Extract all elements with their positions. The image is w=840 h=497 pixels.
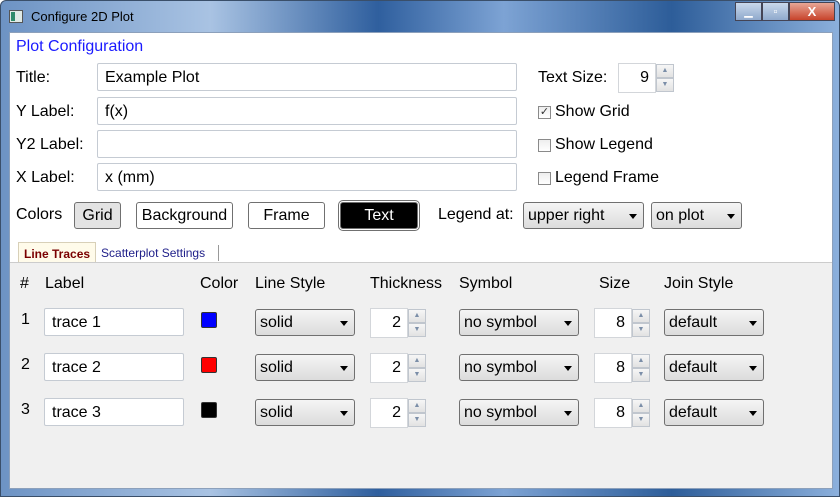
col-header-thickness: Thickness (370, 275, 443, 292)
legend-position-select[interactable]: upper right (523, 202, 644, 229)
row-number: 2 (21, 356, 30, 373)
col-header-line-style: Line Style (255, 275, 326, 292)
symbol-select[interactable]: no symbol (459, 309, 579, 336)
tab-bar: Line Traces Scatterplot Settings (18, 242, 227, 264)
frame-color-button[interactable]: Frame (248, 202, 325, 229)
thickness-input[interactable]: 2 (370, 398, 408, 428)
legend-frame-checkbox[interactable]: Legend Frame (538, 169, 659, 187)
show-legend-checkbox[interactable]: Show Legend (538, 136, 653, 154)
ylabel-input[interactable]: f(x) (97, 97, 517, 125)
col-header-label: Label (45, 275, 85, 292)
col-header-num: # (20, 275, 29, 292)
spin-down-icon[interactable]: ▼ (408, 323, 426, 337)
y2label-label: Y2 Label: (16, 136, 84, 153)
spin-up-icon[interactable]: ▲ (656, 64, 674, 78)
tab-line-traces[interactable]: Line Traces (18, 242, 97, 264)
colors-label: Colors (16, 206, 63, 223)
col-header-symbol: Symbol (459, 275, 513, 292)
spin-down-icon[interactable]: ▼ (632, 323, 650, 337)
trace-color-swatch[interactable] (201, 402, 217, 418)
app-icon (9, 10, 23, 23)
maximize-button[interactable]: ▫ (762, 2, 789, 21)
spin-up-icon[interactable]: ▲ (632, 354, 650, 368)
checkbox-box (538, 171, 551, 185)
spin-down-icon[interactable]: ▼ (632, 413, 650, 427)
row-number: 3 (21, 401, 30, 418)
line-traces-panel: # Label Color Line Style Thickness Symbo… (10, 262, 832, 488)
title-label: Title: (16, 69, 51, 86)
y2label-input[interactable] (97, 130, 517, 158)
spin-up-icon[interactable]: ▲ (408, 354, 426, 368)
symbol-size-input[interactable]: 8 (594, 308, 632, 338)
text-size-spinner[interactable]: ▲ ▼ (656, 64, 674, 92)
grid-color-button[interactable]: Grid (74, 202, 121, 229)
legend-placement-select[interactable]: on plot (651, 202, 742, 229)
checkmark-icon: ✓ (538, 105, 551, 119)
thickness-spinner[interactable]: ▲ ▼ (408, 309, 426, 337)
size-spinner[interactable]: ▲ ▼ (632, 309, 650, 337)
legend-at-label: Legend at: (438, 206, 514, 223)
thickness-spinner[interactable]: ▲ ▼ (408, 399, 426, 427)
line-style-select[interactable]: solid (255, 354, 355, 381)
spin-up-icon[interactable]: ▲ (632, 309, 650, 323)
trace-color-swatch[interactable] (201, 312, 217, 328)
trace-label-input[interactable]: trace 3 (44, 398, 184, 426)
show-grid-checkbox[interactable]: ✓ Show Grid (538, 103, 630, 121)
col-header-join-style: Join Style (664, 275, 734, 292)
section-header: Plot Configuration (16, 38, 144, 55)
legend-frame-label: Legend Frame (555, 169, 660, 186)
spin-up-icon[interactable]: ▲ (632, 399, 650, 413)
text-size-label: Text Size: (538, 69, 608, 86)
spin-down-icon[interactable]: ▼ (408, 368, 426, 382)
thickness-input[interactable]: 2 (370, 353, 408, 383)
dialog-body: Plot Configuration Title: Example Plot Y… (9, 32, 833, 489)
xlabel-label: X Label: (16, 169, 75, 186)
join-style-select[interactable]: default (664, 309, 764, 336)
trace-color-swatch[interactable] (201, 357, 217, 373)
title-input[interactable]: Example Plot (97, 63, 517, 91)
size-spinner[interactable]: ▲ ▼ (632, 399, 650, 427)
xlabel-input[interactable]: x (mm) (97, 163, 517, 191)
show-legend-label: Show Legend (555, 136, 653, 153)
symbol-select[interactable]: no symbol (459, 399, 579, 426)
line-style-select[interactable]: solid (255, 309, 355, 336)
row-number: 1 (21, 311, 30, 328)
spin-down-icon[interactable]: ▼ (408, 413, 426, 427)
thickness-input[interactable]: 2 (370, 308, 408, 338)
checkbox-box (538, 138, 551, 152)
line-style-select[interactable]: solid (255, 399, 355, 426)
ylabel-label: Y Label: (16, 103, 75, 120)
col-header-size: Size (599, 275, 631, 292)
show-grid-label: Show Grid (555, 103, 630, 120)
spin-down-icon[interactable]: ▼ (632, 368, 650, 382)
thickness-spinner[interactable]: ▲ ▼ (408, 354, 426, 382)
join-style-select[interactable]: default (664, 399, 764, 426)
symbol-size-input[interactable]: 8 (594, 398, 632, 428)
size-spinner[interactable]: ▲ ▼ (632, 354, 650, 382)
background-color-button[interactable]: Background (136, 202, 233, 229)
spin-up-icon[interactable]: ▲ (408, 399, 426, 413)
spin-down-icon[interactable]: ▼ (656, 78, 674, 92)
spin-up-icon[interactable]: ▲ (408, 309, 426, 323)
text-color-button[interactable]: Text (338, 200, 420, 231)
symbol-select[interactable]: no symbol (459, 354, 579, 381)
window: Configure 2D Plot ▁ ▫ X Plot Configurati… (0, 0, 840, 497)
tab-divider (218, 245, 220, 261)
title-bar[interactable]: Configure 2D Plot ▁ ▫ X (1, 1, 840, 32)
tab-scatterplot-settings[interactable]: Scatterplot Settings (96, 242, 210, 264)
col-header-color: Color (200, 275, 239, 292)
minimize-button[interactable]: ▁ (735, 2, 762, 21)
join-style-select[interactable]: default (664, 354, 764, 381)
close-button[interactable]: X (789, 2, 835, 21)
trace-label-input[interactable]: trace 1 (44, 308, 184, 336)
trace-label-input[interactable]: trace 2 (44, 353, 184, 381)
text-size-input[interactable]: 9 (618, 63, 656, 93)
window-title: Configure 2D Plot (31, 9, 134, 24)
symbol-size-input[interactable]: 8 (594, 353, 632, 383)
